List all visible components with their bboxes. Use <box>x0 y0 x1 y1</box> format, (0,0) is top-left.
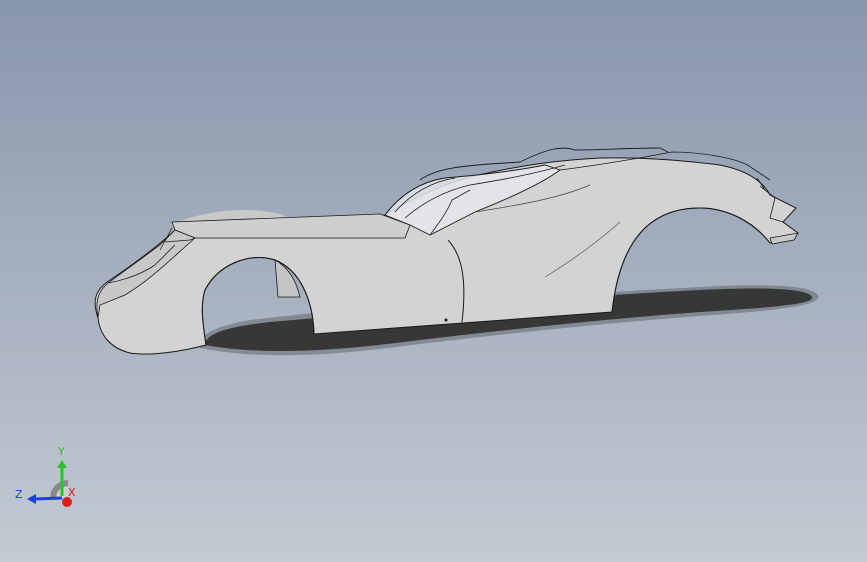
car-body-model[interactable] <box>0 0 867 562</box>
z-axis-line <box>33 496 63 501</box>
y-axis-label: Y <box>57 445 65 458</box>
door-handle-mark <box>444 318 448 322</box>
z-axis-label: Z <box>15 488 23 501</box>
view-orientation-triad[interactable]: Y Z X <box>10 440 90 520</box>
x-axis-label: X <box>68 486 76 499</box>
y-axis-arrow <box>57 460 67 468</box>
z-axis-arrow <box>27 494 36 504</box>
graphics-viewport[interactable]: Y Z X <box>0 0 867 562</box>
